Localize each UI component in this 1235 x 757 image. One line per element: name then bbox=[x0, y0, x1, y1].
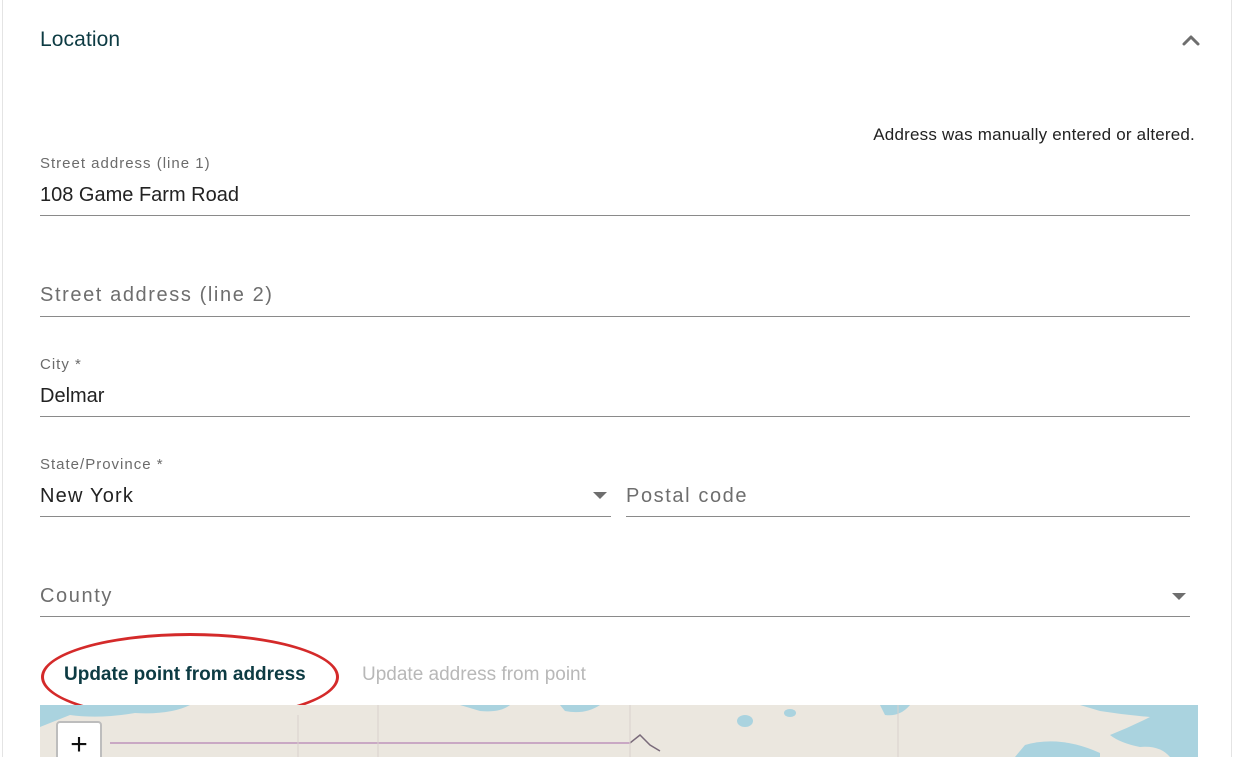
chevron-up-icon bbox=[1182, 35, 1200, 46]
map-view[interactable]: + bbox=[40, 705, 1198, 757]
map-tiles[interactable] bbox=[40, 705, 1198, 757]
update-address-from-point-button: Update address from point bbox=[362, 664, 586, 685]
state-value[interactable]: New York bbox=[40, 485, 134, 508]
caret-down-icon[interactable] bbox=[593, 492, 607, 499]
manual-entry-note: Address was manually entered or altered. bbox=[873, 125, 1195, 144]
street-address-1-value[interactable]: 108 Game Farm Road bbox=[40, 184, 239, 207]
collapse-button[interactable] bbox=[1177, 26, 1205, 54]
city-label: City * bbox=[40, 356, 82, 373]
city-field[interactable]: City * Delmar bbox=[40, 353, 1190, 417]
county-select[interactable]: County bbox=[40, 553, 1190, 617]
street-address-1-field[interactable]: Street address (line 1) 108 Game Farm Ro… bbox=[40, 152, 1190, 216]
caret-down-icon[interactable] bbox=[1172, 593, 1186, 600]
section-title: Location bbox=[40, 28, 121, 51]
city-value[interactable]: Delmar bbox=[40, 385, 104, 408]
street-address-2-placeholder[interactable]: Street address (line 2) bbox=[40, 284, 274, 307]
state-select[interactable]: State/Province * New York bbox=[40, 453, 611, 517]
update-point-from-address-button[interactable]: Update point from address bbox=[64, 664, 306, 686]
county-placeholder[interactable]: County bbox=[40, 585, 113, 608]
street-address-2-field[interactable]: Street address (line 2) bbox=[40, 253, 1190, 317]
postal-code-placeholder[interactable]: Postal code bbox=[626, 485, 748, 508]
zoom-in-button[interactable]: + bbox=[56, 721, 102, 757]
postal-code-field[interactable]: Postal code bbox=[626, 453, 1190, 517]
location-card: Location Address was manually entered or… bbox=[2, 0, 1232, 757]
street-address-1-label: Street address (line 1) bbox=[40, 155, 211, 172]
state-label: State/Province * bbox=[40, 456, 164, 473]
